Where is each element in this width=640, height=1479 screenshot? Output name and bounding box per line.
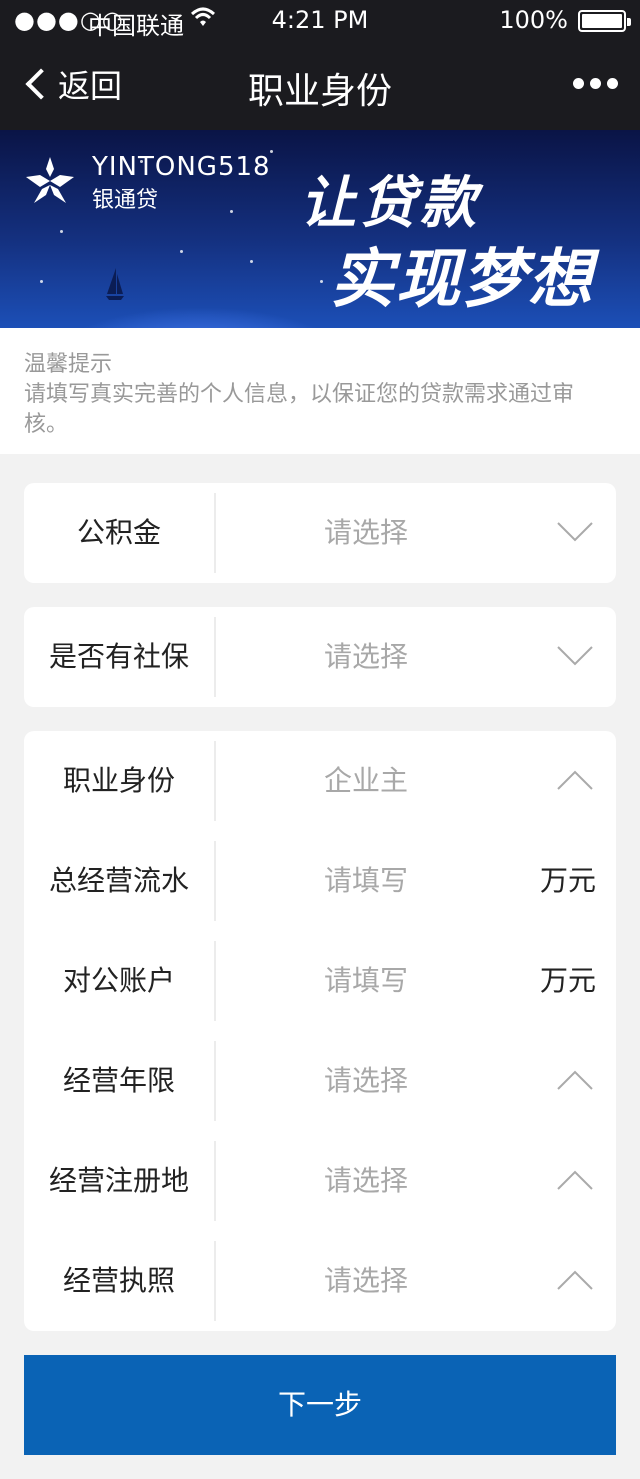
field-label: 对公账户	[62, 964, 175, 997]
more-dots-icon	[573, 78, 584, 89]
slogan-line-1: 让贷款	[300, 170, 480, 236]
promo-banner: YINTONG518 银通贷 让贷款 实现梦想	[0, 130, 640, 328]
status-bar: ●●●○○ 中国联通 4:21 PM 100%	[0, 0, 640, 40]
field-occupation[interactable]: 职业身份 企业主	[24, 731, 616, 831]
field-social-security[interactable]: 是否有社保 请选择	[24, 607, 616, 707]
field-housing-fund[interactable]: 公积金 请选择	[24, 483, 616, 583]
next-step-button[interactable]: 下一步	[24, 1355, 616, 1455]
field-label: 经营年限	[62, 1064, 175, 1097]
sailboat-icon	[106, 268, 124, 300]
top-bar: ●●●○○ 中国联通 4:21 PM 100% 返回 职业身份	[0, 0, 640, 130]
field-business-license[interactable]: 经营执照 请选择	[24, 1231, 616, 1331]
field-business-years[interactable]: 经营年限 请选择	[24, 1031, 616, 1131]
occupation-select[interactable]: 企业主	[216, 731, 516, 831]
notice-section: 温馨提示 请填写真实完善的个人信息，以保证您的贷款需求通过审核。	[0, 328, 640, 454]
chevron-up-icon[interactable]	[556, 1069, 594, 1091]
battery-percent: 100%	[499, 6, 568, 34]
business-license-select[interactable]: 请选择	[216, 1231, 516, 1331]
chevron-up-icon[interactable]	[556, 769, 594, 791]
card-occupation-details: 职业身份 企业主 总经营流水 请填写 万元 对公账户 请填写 万元 经营年限 请…	[24, 731, 616, 1331]
brand-name-cn: 银通贷	[92, 188, 159, 213]
field-label: 经营执照	[62, 1264, 175, 1297]
card-social-security: 是否有社保 请选择	[24, 607, 616, 707]
business-years-select[interactable]: 请选择	[216, 1031, 516, 1131]
card-housing-fund: 公积金 请选择	[24, 483, 616, 583]
housing-fund-select[interactable]: 请选择	[216, 483, 516, 583]
field-corporate-account[interactable]: 对公账户 请填写 万元	[24, 931, 616, 1031]
field-total-turnover[interactable]: 总经营流水 请填写 万元	[24, 831, 616, 931]
battery-icon	[578, 10, 631, 32]
field-label: 是否有社保	[48, 640, 189, 673]
field-label: 经营注册地	[48, 1164, 189, 1197]
field-label: 总经营流水	[48, 864, 189, 897]
brand-logo-icon	[26, 157, 74, 203]
chevron-down-icon[interactable]	[556, 645, 594, 667]
notice-text: 请填写真实完善的个人信息，以保证您的贷款需求通过审核。	[24, 382, 575, 437]
slogan-line-2: 实现梦想	[330, 242, 594, 317]
unit-label: 万元	[539, 964, 596, 997]
field-label: 公积金	[76, 516, 161, 549]
turnover-input[interactable]: 请填写	[216, 831, 516, 931]
brand-name-en: YINTONG518	[92, 152, 271, 182]
registration-place-select[interactable]: 请选择	[216, 1131, 516, 1231]
field-registration-place[interactable]: 经营注册地 请选择	[24, 1131, 616, 1231]
field-label: 职业身份	[62, 764, 175, 797]
chevron-down-icon[interactable]	[556, 521, 594, 543]
page-title: 职业身份	[247, 71, 392, 112]
chevron-up-icon[interactable]	[556, 1269, 594, 1291]
more-menu-button[interactable]	[573, 78, 618, 89]
notice-title: 温馨提示	[24, 352, 113, 377]
corporate-account-input[interactable]: 请填写	[216, 931, 516, 1031]
chevron-up-icon[interactable]	[556, 1169, 594, 1191]
unit-label: 万元	[539, 864, 596, 897]
social-security-select[interactable]: 请选择	[216, 607, 516, 707]
nav-bar: 返回 职业身份	[0, 40, 640, 130]
